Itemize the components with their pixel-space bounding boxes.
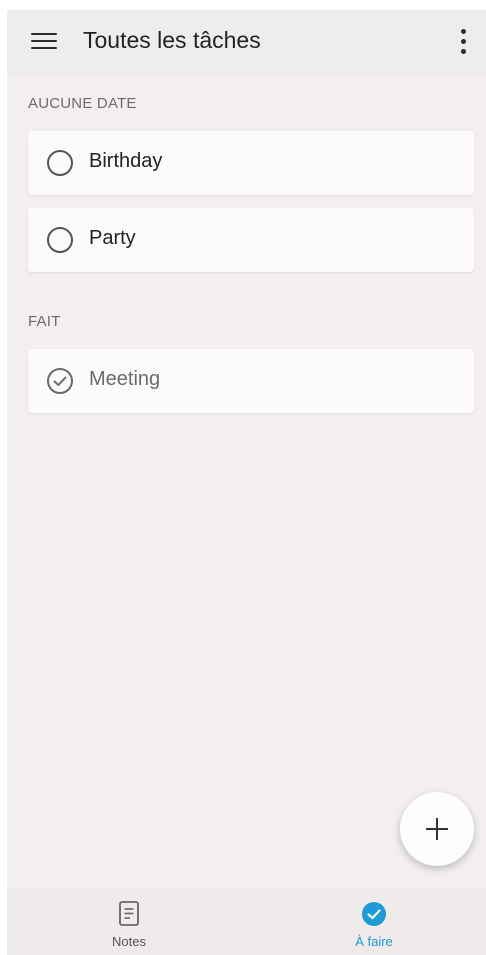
more-vertical-icon[interactable] <box>458 28 468 56</box>
task-item-completed[interactable]: Meeting <box>28 349 474 413</box>
nav-tab-notes[interactable]: Notes <box>69 888 189 955</box>
nav-tab-label: Notes <box>112 934 146 949</box>
nav-tab-todo[interactable]: À faire <box>314 888 434 955</box>
task-item[interactable]: Birthday <box>28 131 474 195</box>
app-screen: Toutes les tâches AUCUNE DATE Birthday P… <box>7 10 486 955</box>
checkbox-circle-icon[interactable] <box>47 150 73 176</box>
section-header-done: FAIT <box>28 313 61 330</box>
task-title: Meeting <box>89 368 161 390</box>
hamburger-menu-icon[interactable] <box>31 31 57 51</box>
add-task-button[interactable] <box>400 792 474 866</box>
task-item[interactable]: Party <box>28 208 474 272</box>
nav-tab-label: À faire <box>355 934 393 949</box>
task-title: Birthday <box>89 150 163 172</box>
note-icon <box>119 901 139 926</box>
checkmark-circle-icon <box>362 902 386 926</box>
task-title: Party <box>89 227 136 249</box>
top-app-bar: Toutes les tâches <box>7 10 486 74</box>
checked-circle-icon[interactable] <box>47 368 73 394</box>
page-title: Toutes les tâches <box>83 27 261 53</box>
checkbox-circle-icon[interactable] <box>47 227 73 253</box>
bottom-navigation: Notes À faire <box>7 888 486 955</box>
section-header-no-date: AUCUNE DATE <box>28 95 137 112</box>
